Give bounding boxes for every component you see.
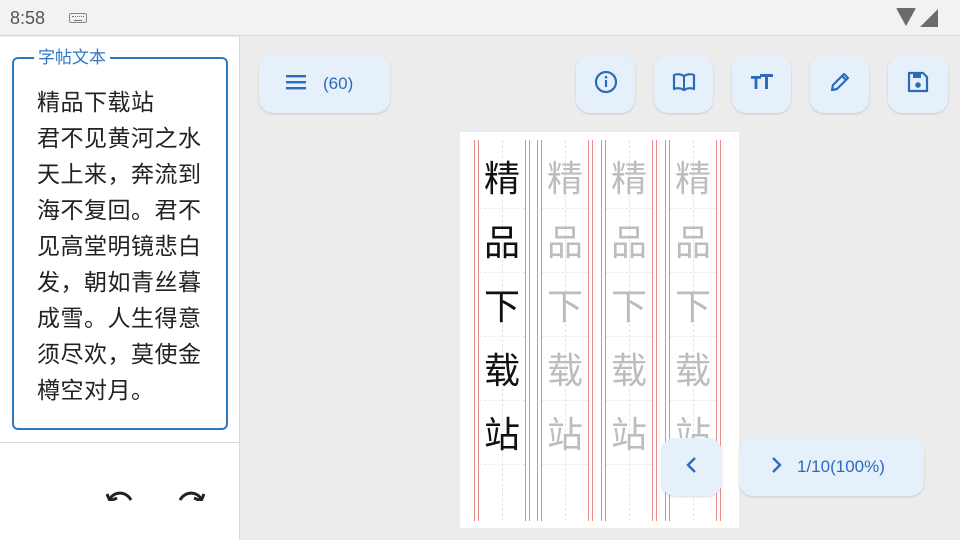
chevron-left-icon	[685, 456, 699, 478]
trace-cell: 精	[674, 159, 711, 200]
divider	[0, 442, 240, 443]
signal-icon	[920, 9, 938, 27]
book-button[interactable]	[654, 55, 713, 113]
edit-button[interactable]	[810, 55, 869, 113]
info-button[interactable]	[576, 55, 635, 113]
trace-cell: 下	[674, 287, 711, 328]
page-indicator: 1/10(100%)	[797, 457, 885, 476]
book-icon	[672, 70, 696, 98]
status-bar: 8:58	[0, 0, 960, 36]
char-cell: 品	[483, 223, 520, 264]
prev-page-button[interactable]	[661, 438, 722, 496]
chevron-right-icon	[769, 456, 783, 478]
trace-cell: 品	[610, 223, 647, 264]
trace-cell: 站	[610, 415, 647, 456]
redo-icon[interactable]	[175, 485, 207, 501]
edit-icon	[828, 70, 852, 98]
text-box-label: 字帖文本	[34, 48, 110, 68]
undo-icon[interactable]	[104, 485, 136, 501]
menu-count: (60)	[323, 74, 354, 93]
trace-cell: 载	[546, 351, 583, 392]
text-content[interactable]: 精品下载站 君不见黄河之水天上来，奔流到海不复回。君不见高堂明镜悲白发，朝如青丝…	[37, 85, 213, 409]
char-cell: 载	[483, 351, 520, 392]
column-model: 精 品 下 载 站	[474, 140, 530, 521]
left-panel: 字帖文本 精品下载站 君不见黄河之水天上来，奔流到海不复回。君不见高堂明镜悲白发…	[0, 37, 240, 540]
trace-cell: 站	[546, 415, 583, 456]
wifi-icon	[896, 8, 916, 26]
copybook-text-field[interactable]: 字帖文本 精品下载站 君不见黄河之水天上来，奔流到海不复回。君不见高堂明镜悲白发…	[12, 48, 228, 430]
menu-icon	[285, 73, 307, 95]
char-cell: 精	[483, 159, 520, 200]
trace-cell: 下	[610, 287, 647, 328]
font-size-button[interactable]	[732, 55, 791, 113]
save-icon	[906, 70, 930, 98]
trace-cell: 品	[546, 223, 583, 264]
trace-cell: 载	[674, 351, 711, 392]
char-cell: 下	[483, 287, 520, 328]
menu-button[interactable]: (60)	[259, 55, 390, 113]
column-trace: 精 品 下 载 站	[601, 140, 657, 521]
info-icon	[594, 70, 618, 98]
trace-cell: 精	[610, 159, 647, 200]
column-trace: 精 品 下 载 站	[537, 140, 593, 521]
status-time: 8:58	[10, 8, 46, 28]
next-page-button[interactable]: 1/10(100%)	[739, 438, 924, 496]
keyboard-icon	[69, 13, 87, 23]
char-cell: 站	[483, 415, 520, 456]
trace-cell: 下	[546, 287, 583, 328]
trace-cell: 品	[674, 223, 711, 264]
font-size-icon	[750, 70, 774, 98]
trace-cell: 精	[546, 159, 583, 200]
main-area: (60) 精 品 下 载 站 精 品 下 载 站 精 品 下 载 站 精 品 下…	[241, 37, 960, 540]
trace-cell: 载	[610, 351, 647, 392]
save-button[interactable]	[888, 55, 948, 113]
